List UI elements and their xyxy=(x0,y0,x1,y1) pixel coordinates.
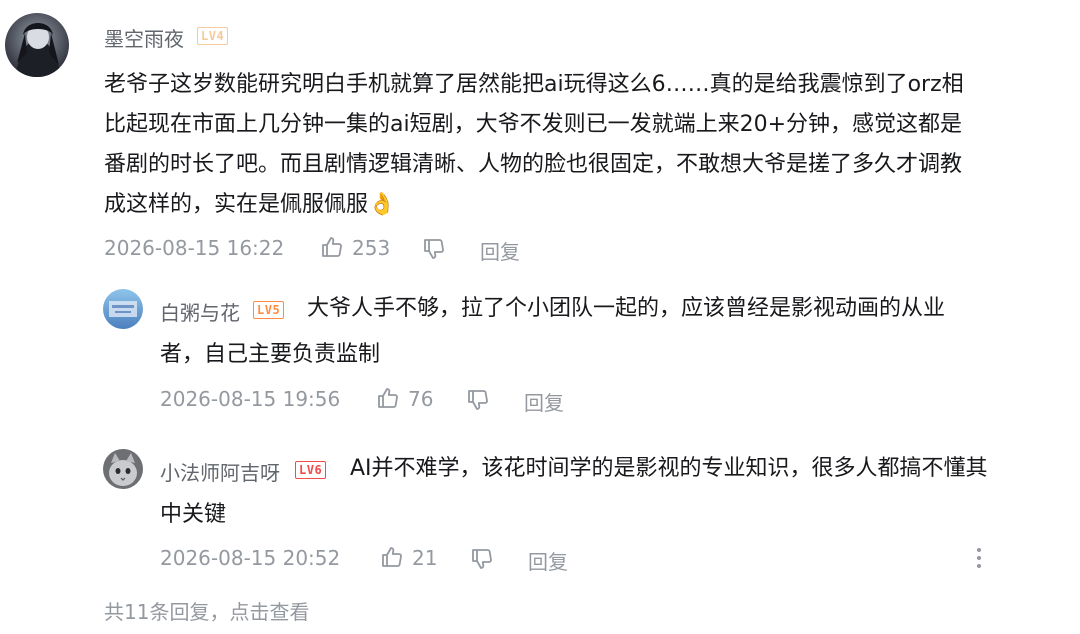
avatar[interactable] xyxy=(5,13,69,77)
like-count: 76 xyxy=(408,387,434,411)
reply-button[interactable]: 回复 xyxy=(524,387,564,416)
thumbs-down-icon[interactable] xyxy=(466,388,490,412)
view-more-replies-link[interactable]: 共11条回复，点击查看 xyxy=(104,596,309,625)
timestamp: 2026-08-15 20:52 xyxy=(160,546,341,570)
avatar[interactable] xyxy=(103,449,143,489)
avatar[interactable] xyxy=(103,289,143,329)
comment-line: 比起现在市面上几分钟一集的ai短剧，大爷不发则已一发就端上来20+分钟，感觉这都… xyxy=(104,112,963,137)
level-badge: LV6 xyxy=(295,461,327,479)
ok-hand-emoji: 👌 xyxy=(368,192,396,217)
reply-text-line: 中关键 xyxy=(160,502,227,527)
comment-text: 老爷子这岁数能研究明白手机就算了居然能把ai玩得这么6……真的是给我震惊到了or… xyxy=(104,65,1064,225)
like-count: 21 xyxy=(412,546,438,570)
username[interactable]: 白粥与花 xyxy=(160,297,240,326)
reply-text-line: AI并不难学，该花时间学的是影视的专业知识，很多人都搞不懂其 xyxy=(350,456,988,481)
thumbs-down-icon[interactable] xyxy=(470,547,494,571)
reply-text-line: 者，自己主要负责监制 xyxy=(160,342,381,367)
reply-button[interactable]: 回复 xyxy=(480,236,520,265)
username[interactable]: 小法师阿吉呀 xyxy=(160,457,280,486)
like-count: 253 xyxy=(352,236,391,260)
level-badge: LV5 xyxy=(253,301,285,319)
timestamp: 2026-08-15 19:56 xyxy=(160,387,341,411)
thumbs-down-icon[interactable] xyxy=(422,237,446,261)
thumbs-up-icon[interactable] xyxy=(380,545,404,569)
reply-text-line: 大爷人手不够，拉了个小团队一起的，应该曾经是影视动画的从业 xyxy=(307,296,946,321)
timestamp: 2026-08-15 16:22 xyxy=(104,236,285,260)
reply-button[interactable]: 回复 xyxy=(528,546,568,575)
comment-line: 番剧的时长了吧。而且剧情逻辑清晰、人物的脸也很固定，不敢想大爷是搓了多久才调教 xyxy=(104,152,963,177)
comment-last-line: 成这样的，实在是佩服佩服👌 xyxy=(104,185,1064,225)
comment-line: 成这样的，实在是佩服佩服 xyxy=(104,192,369,217)
comment-line: 老爷子这岁数能研究明白手机就算了居然能把ai玩得这么6……真的是给我震惊到了or… xyxy=(104,72,964,97)
thumbs-up-icon[interactable] xyxy=(320,235,344,259)
username[interactable]: 墨空雨夜 xyxy=(104,23,184,52)
more-vertical-icon[interactable] xyxy=(968,545,990,571)
level-badge: LV4 xyxy=(197,27,229,45)
thumbs-up-icon[interactable] xyxy=(376,386,400,410)
